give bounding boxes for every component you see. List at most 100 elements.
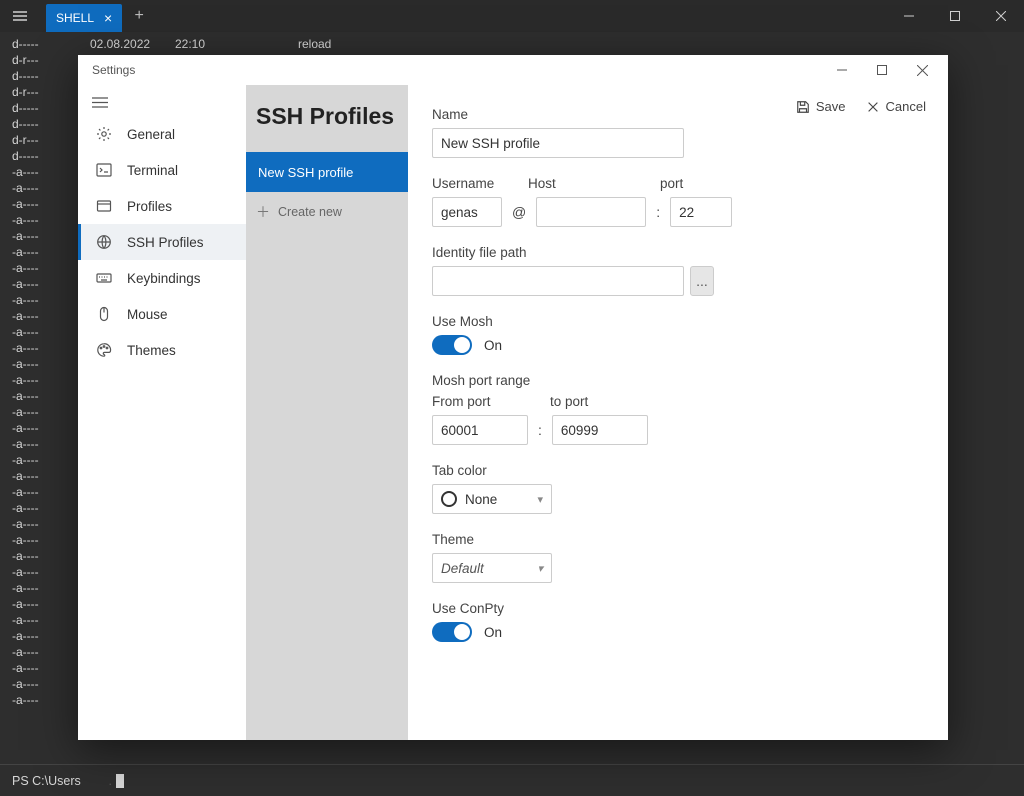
terminal-extra: reload <box>298 36 331 52</box>
to-port-label: to port <box>550 394 588 409</box>
sidebar-item-label: General <box>127 127 175 142</box>
host-input[interactable] <box>536 197 646 227</box>
tab-label: SHELL <box>56 11 94 25</box>
profile-list-item[interactable]: New SSH profile <box>246 152 408 192</box>
terminal-listing: d----- d-r--- d----- d-r--- d----- d----… <box>12 36 39 708</box>
terminal-prompt: PS C:\Users <box>12 773 81 789</box>
new-tab-button[interactable]: + <box>122 0 156 32</box>
settings-maximize-button[interactable] <box>862 56 902 84</box>
profile-list-column: SSH Profiles New SSH profile ＋ Create ne… <box>246 85 408 740</box>
hamburger-icon <box>92 97 108 108</box>
colon-separator: : <box>652 204 664 220</box>
from-port-input[interactable] <box>432 415 528 445</box>
sidebar-item-ssh-profiles[interactable]: SSH Profiles <box>78 224 246 260</box>
to-port-input[interactable] <box>552 415 648 445</box>
mouse-icon <box>95 306 113 322</box>
sidebar-item-profiles[interactable]: Profiles <box>78 188 246 224</box>
field-group-moshrange: Mosh port range From port to port : <box>432 373 924 445</box>
ellipsis-icon: ... <box>696 273 708 289</box>
palette-icon <box>95 342 113 358</box>
plus-icon: ＋ <box>256 202 270 222</box>
field-group-conpty: Use ConPty On <box>432 601 924 642</box>
settings-close-button[interactable] <box>902 56 942 84</box>
globe-icon <box>95 234 113 250</box>
settings-minimize-button[interactable] <box>822 56 862 84</box>
save-label: Save <box>816 99 846 114</box>
close-icon <box>917 65 928 76</box>
app-shell: SHELL × + d----- d-r--- d----- d-r--- d-… <box>0 0 1024 796</box>
create-new-button[interactable]: ＋ Create new <box>246 192 408 232</box>
save-button[interactable]: Save <box>788 93 854 120</box>
chevron-down-icon: ▾ <box>537 493 543 506</box>
field-group-identity: Identity file path ... <box>432 245 924 296</box>
sidebar-toggle-button[interactable] <box>78 89 246 116</box>
sidebar-item-label: Keybindings <box>127 271 201 286</box>
settings-content: Save Cancel Name <box>408 85 948 740</box>
sidebar-item-label: SSH Profiles <box>127 235 204 250</box>
hamburger-icon <box>13 11 27 21</box>
plus-icon: + <box>135 7 144 25</box>
window-close-button[interactable] <box>978 0 1024 32</box>
cancel-icon <box>866 100 880 114</box>
sidebar-item-general[interactable]: General <box>78 116 246 152</box>
sidebar-item-label: Terminal <box>127 163 178 178</box>
action-bar: Save Cancel <box>788 93 934 120</box>
sidebar-item-label: Themes <box>127 343 176 358</box>
settings-sidebar: General Terminal Profiles <box>78 85 246 740</box>
tab-color-select[interactable]: None ▾ <box>432 484 552 514</box>
terminal-prompt-bar: PS C:\Users . <box>0 764 1024 796</box>
theme-value: Default <box>441 561 484 576</box>
theme-label: Theme <box>432 532 924 547</box>
tab-shell[interactable]: SHELL × <box>46 4 122 32</box>
terminal-date: 02.08.2022 <box>90 36 150 52</box>
name-input[interactable] <box>432 128 684 158</box>
window-minimize-button[interactable] <box>886 0 932 32</box>
tab-color-label: Tab color <box>432 463 924 478</box>
chevron-down-icon: ▾ <box>537 562 543 575</box>
use-conpty-toggle[interactable] <box>432 622 472 642</box>
settings-body: General Terminal Profiles <box>78 85 948 740</box>
colon-separator: : <box>534 422 546 438</box>
minimize-icon <box>904 11 914 21</box>
maximize-icon <box>950 11 960 21</box>
port-input[interactable] <box>670 197 732 227</box>
page-title: SSH Profiles <box>246 85 408 152</box>
field-group-theme: Theme Default ▾ <box>432 532 924 583</box>
terminal-time: 22:10 <box>175 36 205 52</box>
use-mosh-label: Use Mosh <box>432 314 924 329</box>
mosh-range-label: Mosh port range <box>432 373 924 388</box>
settings-window: Settings General <box>78 55 948 740</box>
sidebar-item-label: Profiles <box>127 199 172 214</box>
gear-icon <box>95 126 113 142</box>
settings-title: Settings <box>92 63 135 77</box>
sidebar-item-terminal[interactable]: Terminal <box>78 152 246 188</box>
terminal-cursor <box>116 774 124 788</box>
cancel-label: Cancel <box>886 99 926 114</box>
browse-button[interactable]: ... <box>690 266 714 296</box>
profiles-icon <box>95 198 113 214</box>
sidebar-item-mouse[interactable]: Mouse <box>78 296 246 332</box>
window-maximize-button[interactable] <box>932 0 978 32</box>
identity-input[interactable] <box>432 266 684 296</box>
create-new-label: Create new <box>278 205 342 219</box>
toggle-state-label: On <box>484 625 502 640</box>
toggle-state-label: On <box>484 338 502 353</box>
username-input[interactable] <box>432 197 502 227</box>
close-icon <box>996 11 1006 21</box>
sidebar-item-keybindings[interactable]: Keybindings <box>78 260 246 296</box>
close-tab-icon[interactable]: × <box>104 10 112 26</box>
use-mosh-toggle[interactable] <box>432 335 472 355</box>
app-titlebar: SHELL × + <box>0 0 1024 32</box>
field-group-usemosh: Use Mosh On <box>432 314 924 355</box>
sidebar-item-label: Mouse <box>127 307 168 322</box>
hamburger-menu-button[interactable] <box>0 0 40 32</box>
field-group-connection: Username Host port @ : <box>432 176 924 227</box>
theme-select[interactable]: Default ▾ <box>432 553 552 583</box>
host-label: Host <box>528 176 646 191</box>
sidebar-item-themes[interactable]: Themes <box>78 332 246 368</box>
color-circle-icon <box>441 491 457 507</box>
cancel-button[interactable]: Cancel <box>858 93 934 120</box>
save-icon <box>796 100 810 114</box>
minimize-icon <box>837 65 847 75</box>
username-label: Username <box>432 176 510 191</box>
